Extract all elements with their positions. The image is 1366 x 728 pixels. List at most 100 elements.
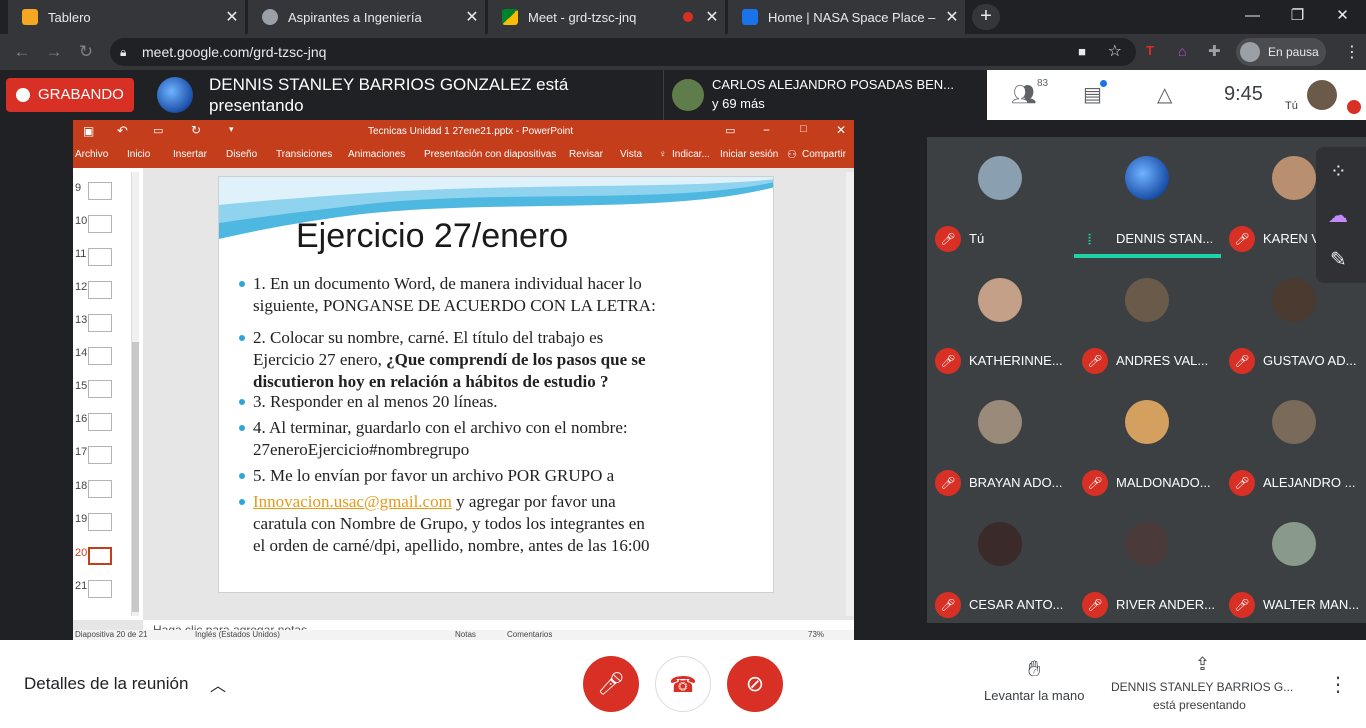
close-tab-icon[interactable]: ✕: [939, 7, 965, 27]
close-tab-icon[interactable]: ✕: [459, 7, 485, 27]
close-tab-icon[interactable]: ✕: [699, 7, 725, 27]
more-options-icon[interactable]: ⋮: [1328, 672, 1348, 697]
participant-tile[interactable]: 🎤︎ ANDRES VAL...: [1074, 259, 1221, 379]
slide-scrollbar[interactable]: [846, 172, 854, 616]
slide-thumbnail[interactable]: [88, 215, 112, 233]
extension-icon[interactable]: T: [1146, 43, 1164, 61]
participant-tile[interactable]: 🎤︎ KATHERINNE...: [927, 259, 1074, 379]
present-icon[interactable]: ▭: [153, 124, 163, 137]
reload-icon[interactable]: ↻: [76, 42, 96, 62]
slide-thumbnail[interactable]: [88, 446, 112, 464]
present-screen-icon[interactable]: ⇪: [1195, 654, 1210, 675]
participant-tile[interactable]: 🎤︎ WALTER MAN...: [1221, 503, 1366, 623]
slide-thumbnail[interactable]: [88, 347, 112, 365]
other-presenters[interactable]: CARLOS ALEJANDRO POSADAS BEN... y 69 más: [663, 70, 987, 120]
tab-inicio[interactable]: Inicio: [127, 149, 150, 160]
camera-icon[interactable]: ■: [1078, 38, 1086, 66]
slide-thumbnail[interactable]: [88, 513, 112, 531]
back-icon[interactable]: ←: [12, 42, 32, 62]
participant-tile[interactable]: ⦙ DENNIS STAN...: [1074, 137, 1221, 258]
slide-thumbnail[interactable]: [88, 413, 112, 431]
close-icon[interactable]: ✕: [836, 123, 846, 137]
slide-thumbnail[interactable]: [88, 314, 112, 332]
avatar: [1125, 522, 1169, 566]
tab-archivo[interactable]: Archivo: [75, 149, 108, 160]
share-button[interactable]: Compartir: [802, 149, 846, 160]
recording-button[interactable]: GRABANDO: [6, 78, 134, 112]
customize-icon[interactable]: ▾: [229, 124, 234, 135]
maximize-icon[interactable]: □: [800, 123, 807, 135]
slide-thumbnail[interactable]: [88, 547, 112, 565]
new-tab-button[interactable]: +: [972, 4, 1000, 30]
notes-toggle[interactable]: Notas: [455, 630, 476, 639]
sign-in-link[interactable]: Iniciar sesión: [720, 149, 778, 160]
thumbnail-scrollbar[interactable]: [131, 172, 139, 616]
url-input[interactable]: 🔒︎ meet.google.com/grd-tzsc-jnq ■ ☆: [110, 38, 1136, 66]
slide-thumbnail[interactable]: [88, 248, 112, 266]
forward-icon[interactable]: →: [44, 42, 64, 62]
menu-icon[interactable]: ⋮: [1342, 42, 1362, 62]
extension-icon[interactable]: ⌂: [1178, 43, 1196, 61]
ribbon-display-icon[interactable]: ▭: [725, 124, 735, 137]
close-window-button[interactable]: ✕: [1320, 0, 1365, 34]
people-icon[interactable]: 👥︎: [1011, 82, 1036, 107]
close-tab-icon[interactable]: ✕: [219, 7, 245, 27]
undo-icon[interactable]: ↶: [117, 123, 128, 139]
participant-tile[interactable]: 🎤︎ BRAYAN ADO...: [927, 381, 1074, 501]
tab-revisar[interactable]: Revisar: [569, 149, 603, 160]
mic-off-button[interactable]: 🎤︎: [583, 656, 639, 712]
tab-insertar[interactable]: Insertar: [173, 149, 207, 160]
language-status[interactable]: Inglés (Estados Unidos): [195, 630, 280, 639]
minimize-icon[interactable]: −: [763, 123, 770, 137]
raise-hand-button[interactable]: Levantar la mano: [984, 688, 1084, 703]
pen-icon[interactable]: ✎: [1330, 247, 1347, 272]
save-icon[interactable]: ▣: [83, 124, 94, 138]
camera-off-button[interactable]: ⊘: [727, 656, 783, 712]
browser-tab-aspirantes[interactable]: Aspirantes a Ingeniería ✕: [248, 0, 486, 34]
muted-mic-icon: 🎤︎: [1229, 470, 1255, 496]
muted-mic-icon: 🎤︎: [1082, 470, 1108, 496]
email-link[interactable]: Innovacion.usac@gmail.com: [253, 492, 452, 511]
browser-tab-nasa[interactable]: Home | NASA Space Place – NAS ✕: [728, 0, 966, 34]
slide-thumbnail[interactable]: [88, 480, 112, 498]
apps-grid-icon[interactable]: ⁘: [1330, 159, 1347, 184]
minimize-button[interactable]: —: [1230, 0, 1275, 34]
participant-tile[interactable]: 🎤︎ ALEJANDRO ...: [1221, 381, 1366, 501]
participant-tile[interactable]: 🎤︎ Tú: [927, 137, 1074, 257]
tab-diseno[interactable]: Diseño: [226, 149, 257, 160]
tab-presentacion[interactable]: Presentación con diapositivas: [424, 149, 556, 160]
zoom-level[interactable]: 73%: [808, 630, 824, 639]
redo-icon[interactable]: ↻: [191, 123, 201, 137]
slide-thumbnail[interactable]: [88, 281, 112, 299]
chevron-up-icon[interactable]: ︿: [210, 672, 226, 696]
participant-tile[interactable]: 🎤︎ MALDONADO...: [1074, 381, 1221, 501]
slide-canvas[interactable]: Ejercicio 27/enero 1. En un documento Wo…: [218, 176, 774, 593]
browser-tab-meet[interactable]: Meet - grd-tzsc-jnq ✕: [488, 0, 726, 34]
hand-icon[interactable]: ✋︎: [1028, 656, 1041, 682]
profile-button[interactable]: En pausa: [1236, 38, 1326, 66]
effects-icon[interactable]: ☁: [1328, 203, 1348, 228]
restore-button[interactable]: ❐: [1275, 0, 1320, 34]
tell-me-field[interactable]: Indicar...: [672, 149, 710, 160]
participant-name: BRAYAN ADO...: [969, 475, 1063, 490]
presenting-name[interactable]: DENNIS STANLEY BARRIOS G...: [1111, 680, 1293, 694]
muted-mic-icon: 🎤︎: [935, 592, 961, 618]
activities-icon[interactable]: △: [1157, 82, 1172, 107]
tab-transiciones[interactable]: Transiciones: [276, 149, 332, 160]
extensions-puzzle-icon[interactable]: ✚: [1208, 42, 1226, 60]
participant-tile[interactable]: 🎤︎ CESAR ANTO...: [927, 503, 1074, 623]
scrollbar-thumb[interactable]: [132, 342, 139, 612]
tab-vista[interactable]: Vista: [620, 149, 642, 160]
slide-thumbnail[interactable]: [88, 380, 112, 398]
bookmark-star-icon[interactable]: ☆: [1108, 38, 1122, 66]
browser-tab-tablero[interactable]: Tablero ✕: [8, 0, 246, 34]
leave-call-button[interactable]: ☎︎: [655, 656, 711, 712]
tab-animaciones[interactable]: Animaciones: [348, 149, 405, 160]
slide-thumbnail[interactable]: [88, 580, 112, 598]
meeting-details-button[interactable]: Detalles de la reunión: [24, 674, 188, 694]
participant-tile[interactable]: 🎤︎ RIVER ANDER...: [1074, 503, 1221, 623]
slide-thumbnail[interactable]: [88, 182, 112, 200]
chat-icon[interactable]: ▤: [1083, 82, 1102, 107]
slide-number: 18: [75, 480, 88, 492]
comments-toggle[interactable]: Comentarios: [507, 630, 552, 639]
